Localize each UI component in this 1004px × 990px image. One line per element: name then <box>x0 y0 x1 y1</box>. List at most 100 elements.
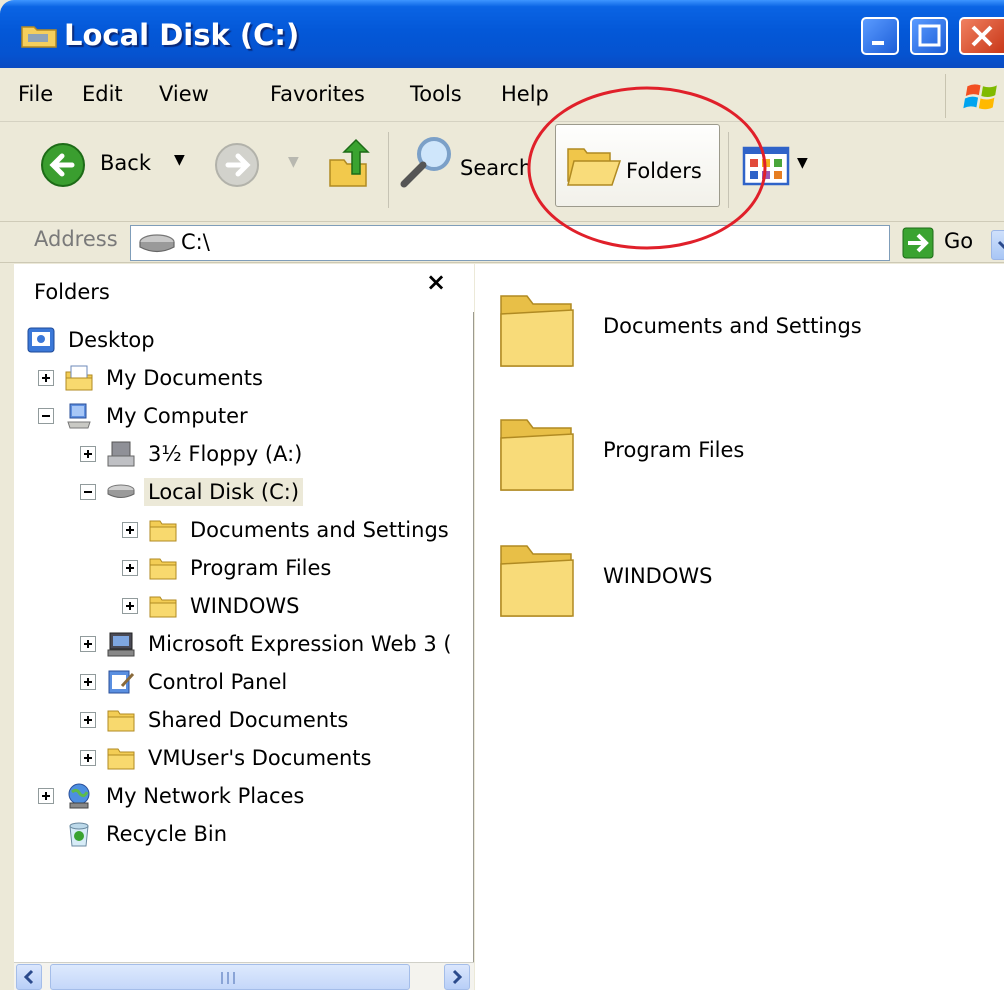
close-icon <box>971 25 993 47</box>
tree-label: Program Files <box>190 556 332 580</box>
views-icon <box>742 146 790 186</box>
forward-dropdown-icon[interactable]: ▼ <box>288 154 299 170</box>
folders-label: Folders <box>626 159 702 183</box>
tree-label: My Network Places <box>106 784 305 808</box>
tree-item-expression-web[interactable]: Microsoft Expression Web 3 ( <box>80 626 456 662</box>
maximize-icon <box>918 24 941 47</box>
close-button[interactable] <box>959 17 1004 55</box>
tree-item-recycle-bin[interactable]: Recycle Bin <box>64 816 231 852</box>
menu-file[interactable]: File <box>18 82 53 106</box>
folder-pane-title: Folders <box>34 280 110 304</box>
tree-label: My Computer <box>106 404 248 428</box>
tree-item-my-network-places[interactable]: My Network Places <box>38 778 308 814</box>
scroll-left-button[interactable] <box>16 964 42 990</box>
window-title: Local Disk (C:) <box>64 18 300 52</box>
menu-help[interactable]: Help <box>501 82 549 106</box>
menu-tools[interactable]: Tools <box>410 82 462 106</box>
tree-item-documents-and-settings[interactable]: Documents and Settings <box>122 512 453 548</box>
file-item-program-files[interactable]: Program Files <box>497 414 997 504</box>
expand-icon[interactable] <box>38 370 54 386</box>
menu-bar: File Edit View Favorites Tools Help <box>0 68 1004 122</box>
expand-icon[interactable] <box>122 560 138 576</box>
menu-favorites[interactable]: Favorites <box>270 82 365 106</box>
folder-icon <box>500 295 574 367</box>
go-arrow-icon[interactable] <box>902 227 934 259</box>
forward-arrow-icon <box>215 143 259 187</box>
back-button[interactable]: Back ▼ <box>38 136 185 194</box>
menu-edit[interactable]: Edit <box>82 82 123 106</box>
search-button[interactable]: Search <box>398 132 548 202</box>
tree-label: 3½ Floppy (A:) <box>148 442 303 466</box>
tree-item-shared-documents[interactable]: Shared Documents <box>80 702 352 738</box>
tree-item-control-panel[interactable]: Control Panel <box>80 664 291 700</box>
expand-icon[interactable] <box>122 598 138 614</box>
tree-item-my-documents[interactable]: My Documents <box>38 360 267 396</box>
horizontal-scrollbar[interactable] <box>14 962 474 990</box>
views-button[interactable]: ▼ <box>742 146 822 190</box>
tree-item-desktop[interactable]: Desktop <box>26 322 159 358</box>
folder-tree: Desktop My Documents My Computer 3½ Flop… <box>14 316 474 926</box>
expand-icon[interactable] <box>80 750 96 766</box>
toolbar-separator <box>728 132 729 208</box>
expand-icon[interactable] <box>80 446 96 462</box>
views-dropdown-icon[interactable]: ▼ <box>797 155 808 171</box>
address-dropdown-button[interactable] <box>991 230 1004 260</box>
tree-label-selected: Local Disk (C:) <box>144 478 304 506</box>
tree-label: Shared Documents <box>148 708 349 732</box>
collapse-icon[interactable] <box>80 484 96 500</box>
folder-icon <box>149 520 177 542</box>
file-label: Program Files <box>603 438 745 462</box>
drive-icon <box>107 484 135 498</box>
back-arrow-icon <box>41 143 85 187</box>
app-icon <box>107 632 135 657</box>
explorer-window: Local Disk (C:) File Edit View Favorites… <box>0 0 1004 990</box>
tree-label: Recycle Bin <box>106 822 228 846</box>
scroll-thumb[interactable] <box>50 964 410 990</box>
chevron-right-icon <box>452 969 463 985</box>
chevron-down-icon <box>997 240 1004 250</box>
folders-button[interactable]: Folders <box>555 124 720 207</box>
tree-label: My Documents <box>106 366 263 390</box>
file-item-windows[interactable]: WINDOWS <box>497 540 997 630</box>
tree-label: VMUser's Documents <box>148 746 372 770</box>
file-list-pane: Documents and Settings Program Files WIN… <box>475 264 1004 990</box>
maximize-button[interactable] <box>910 17 948 55</box>
floppy-icon <box>107 441 135 467</box>
tree-item-windows[interactable]: WINDOWS <box>122 588 303 624</box>
expand-icon[interactable] <box>80 674 96 690</box>
collapse-icon[interactable] <box>38 408 54 424</box>
tree-item-vmuser-documents[interactable]: VMUser's Documents <box>80 740 375 776</box>
expand-icon[interactable] <box>122 522 138 538</box>
minimize-button[interactable] <box>861 17 899 55</box>
go-button[interactable]: Go <box>944 229 973 253</box>
expand-icon[interactable] <box>38 788 54 804</box>
tree-item-program-files[interactable]: Program Files <box>122 550 335 586</box>
back-dropdown-icon[interactable]: ▼ <box>174 152 185 168</box>
tree-label: Desktop <box>68 328 155 352</box>
close-pane-icon[interactable]: × <box>426 268 446 296</box>
folder-icon <box>107 748 135 770</box>
file-label: WINDOWS <box>603 564 713 588</box>
tree-item-floppy[interactable]: 3½ Floppy (A:) <box>80 436 306 472</box>
address-value: C:\ <box>181 230 210 254</box>
tree-item-my-computer[interactable]: My Computer <box>38 398 252 434</box>
my-computer-icon <box>67 403 91 429</box>
address-input[interactable]: C:\ <box>130 225 1004 261</box>
file-item-documents-and-settings[interactable]: Documents and Settings <box>497 290 997 380</box>
toolbar: Back ▼ ▼ Search Folders ▼ <box>0 122 1004 222</box>
menu-view[interactable]: View <box>159 82 209 106</box>
tree-item-local-disk[interactable]: Local Disk (C:) <box>80 474 304 510</box>
recycle-bin-icon <box>69 822 89 847</box>
expand-icon[interactable] <box>80 712 96 728</box>
up-folder-button[interactable] <box>326 138 374 190</box>
forward-button[interactable]: ▼ <box>212 140 302 198</box>
chevron-left-icon <box>23 969 34 985</box>
control-panel-icon <box>108 670 135 694</box>
tree-label: WINDOWS <box>190 594 300 618</box>
tree-label: Documents and Settings <box>190 518 449 542</box>
expand-icon[interactable] <box>80 636 96 652</box>
back-label: Back <box>100 151 151 175</box>
scroll-right-button[interactable] <box>444 964 470 990</box>
search-icon <box>400 137 451 188</box>
title-bar[interactable]: Local Disk (C:) <box>0 0 1004 68</box>
